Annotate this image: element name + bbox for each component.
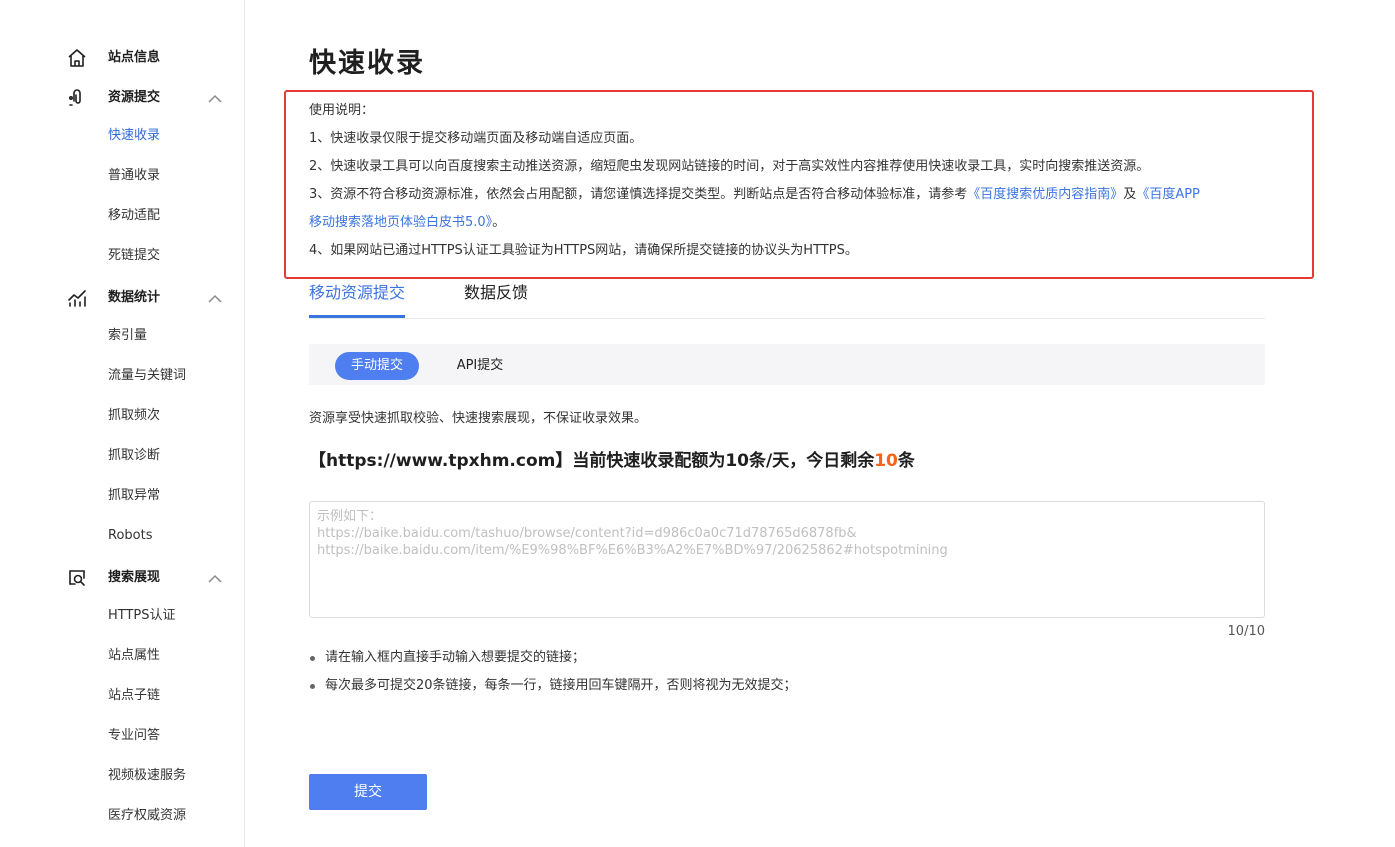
sidebar-item-label: 死链提交 (108, 248, 161, 263)
sidebar-item-traffic-keywords[interactable]: 流量与关键词 (0, 358, 244, 394)
sidebar-item-robots[interactable]: Robots (0, 518, 244, 554)
sidebar-item-label: HTTPS认证 (108, 608, 176, 623)
sidebar: 站点信息 资源提交 快速收录 普通收录 移动适配 死链提交 数据统计 索引量 流… (0, 0, 245, 847)
resource-submit-icon (66, 87, 88, 109)
notice-line-4: 4、如果网站已通过HTTPS认证工具验证为HTTPS网站，请确保所提交链接的协议… (309, 243, 858, 258)
chevron-up-icon[interactable] (206, 291, 224, 305)
sidebar-item-site-info[interactable]: 站点信息 (0, 38, 244, 78)
quota-prefix: 【https://www.tpxhm.com】当前快速收录配额为10条/天，今日… (309, 451, 875, 471)
tip-text: 每次最多可提交20条链接，每条一行，链接用回车键隔开，否则将视为无效提交； (325, 678, 797, 693)
sidebar-item-label: 站点子链 (108, 688, 161, 703)
quota-status: 【https://www.tpxhm.com】当前快速收录配额为10条/天，今日… (309, 448, 915, 474)
sidebar-item-site-attributes[interactable]: 站点属性 (0, 638, 244, 674)
sidebar-item-medical-resources[interactable]: 医疗权威资源 (0, 798, 244, 834)
sidebar-item-label: 索引量 (108, 328, 148, 343)
search-display-icon (66, 567, 88, 589)
sidebar-item-label: 站点属性 (108, 648, 161, 663)
sidebar-item-label: 抓取诊断 (108, 448, 161, 463)
sidebar-item-label: 视频极速服务 (108, 768, 187, 783)
sidebar-item-crawl-errors[interactable]: 抓取异常 (0, 478, 244, 514)
url-input[interactable] (309, 501, 1265, 618)
chevron-up-icon[interactable] (206, 91, 224, 105)
sidebar-item-crawl-frequency[interactable]: 抓取频次 (0, 398, 244, 434)
notice-line-3-end: 。 (492, 215, 506, 230)
sidebar-item-label: 普通收录 (108, 168, 161, 183)
notice-line-2: 2、快速收录工具可以向百度搜索主动推送资源，缩短爬虫发现网站链接的时间，对于高实… (309, 159, 1150, 174)
sidebar-item-label: 专业问答 (108, 728, 161, 743)
sidebar-group-header-search-display[interactable]: 搜索展现 (0, 558, 244, 598)
sidebar-item-label: 抓取频次 (108, 408, 161, 423)
home-icon (66, 47, 88, 69)
tip-text: 请在输入框内直接手动输入想要提交的链接； (325, 650, 586, 665)
sidebar-item-dead-link[interactable]: 死链提交 (0, 238, 244, 274)
quota-remaining: 10 (874, 451, 898, 471)
sidebar-item-label: 抓取异常 (108, 488, 161, 503)
sidebar-item-label: 站点信息 (108, 50, 161, 65)
notice-line-3: 3、资源不符合移动资源标准，依然会占用配额，请您谨慎选择提交类型。判断站点是否符… (309, 185, 1200, 205)
notice-line-3-cont: 移动搜索落地页体验白皮书5.0》。 (309, 213, 505, 233)
notice-line-1: 1、快速收录仅限于提交移动端页面及移动端自适应页面。 (309, 131, 643, 146)
list-item: 请在输入框内直接手动输入想要提交的链接； (309, 648, 797, 676)
tab-data-feedback[interactable]: 数据反馈 (464, 282, 528, 304)
notice-line-3-text: 3、资源不符合移动资源标准，依然会占用配额，请您谨慎选择提交类型。判断站点是否符… (309, 187, 968, 202)
list-item: 每次最多可提交20条链接，每条一行，链接用回车键隔开，否则将视为无效提交； (309, 676, 797, 704)
bullet-dot-icon (310, 684, 315, 689)
api-submit-button[interactable]: API提交 (445, 352, 515, 380)
sidebar-item-mobile-adapt[interactable]: 移动适配 (0, 198, 244, 234)
submit-mode-switch: 手动提交 API提交 (309, 344, 1265, 385)
manual-submit-button[interactable]: 手动提交 (335, 352, 419, 380)
tab-bar: 移动资源提交 数据反馈 (309, 278, 1265, 319)
resource-description: 资源享受快速抓取校验、快速搜索展现，不保证收录效果。 (309, 411, 648, 426)
page-title: 快速收录 (309, 48, 425, 79)
sidebar-item-label: Robots (108, 528, 153, 543)
chevron-up-icon[interactable] (206, 571, 224, 585)
notice-line-3-and: 及 (1123, 187, 1137, 202)
active-tab-indicator (309, 315, 405, 318)
submit-button[interactable]: 提交 (309, 774, 427, 810)
notice-title: 使用说明： (309, 103, 375, 118)
landing-page-whitepaper-link-cont[interactable]: 移动搜索落地页体验白皮书5.0》 (309, 215, 492, 230)
tips-list: 请在输入框内直接手动输入想要提交的链接； 每次最多可提交20条链接，每条一行，链… (309, 648, 797, 704)
sidebar-item-label: 快速收录 (108, 128, 161, 143)
sidebar-item-pro-qa[interactable]: 专业问答 (0, 718, 244, 754)
sidebar-item-crawl-diagnosis[interactable]: 抓取诊断 (0, 438, 244, 474)
sidebar-group-header-resource-submit[interactable]: 资源提交 (0, 78, 244, 118)
sidebar-group-label: 数据统计 (108, 290, 161, 305)
quota-suffix: 条 (897, 451, 915, 471)
bullet-dot-icon (310, 656, 315, 661)
sidebar-item-fast-index[interactable]: 快速收录 (0, 118, 244, 154)
landing-page-whitepaper-link[interactable]: 《百度APP (1136, 187, 1200, 202)
sidebar-item-site-sublinks[interactable]: 站点子链 (0, 678, 244, 714)
quality-content-guide-link[interactable]: 《百度搜索优质内容指南》 (967, 187, 1123, 202)
sidebar-item-index-volume[interactable]: 索引量 (0, 318, 244, 354)
sidebar-group-header-data-stats[interactable]: 数据统计 (0, 278, 244, 318)
sidebar-item-video-service[interactable]: 视频极速服务 (0, 758, 244, 794)
sidebar-item-label: 移动适配 (108, 208, 161, 223)
sidebar-group-label: 搜索展现 (108, 570, 161, 585)
sidebar-group-label: 资源提交 (108, 90, 161, 105)
sidebar-item-normal-index[interactable]: 普通收录 (0, 158, 244, 194)
sidebar-item-label: 医疗权威资源 (108, 808, 187, 823)
sidebar-item-https-auth[interactable]: HTTPS认证 (0, 598, 244, 634)
quota-counter: 10/10 (1227, 624, 1265, 639)
sidebar-item-label: 流量与关键词 (108, 368, 187, 383)
data-stats-icon (66, 287, 88, 309)
tab-mobile-resource-submit[interactable]: 移动资源提交 (309, 282, 405, 304)
